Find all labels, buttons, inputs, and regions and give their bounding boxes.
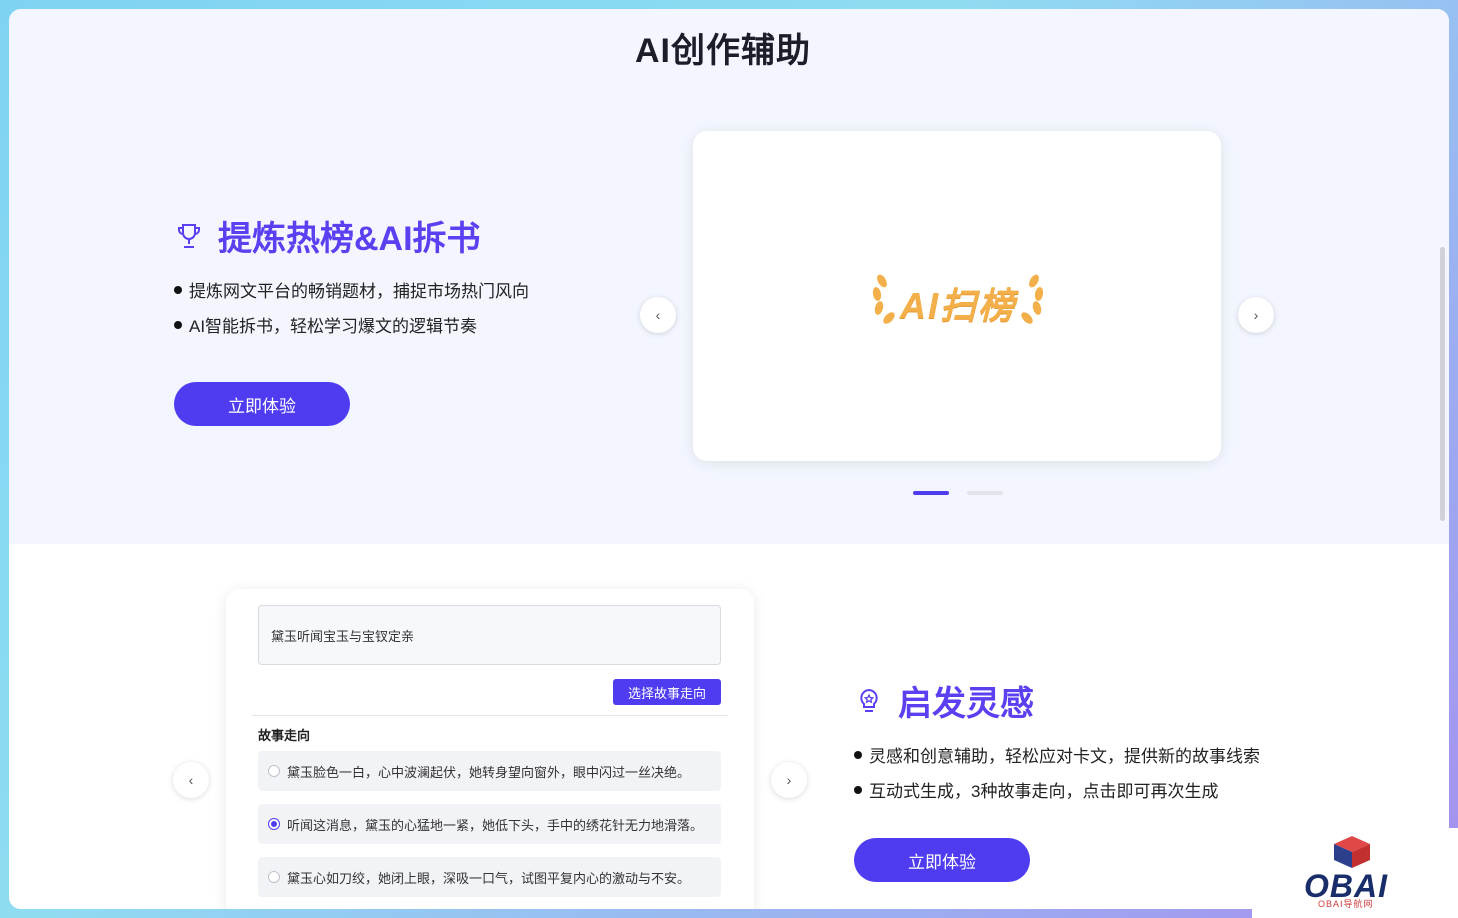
list-item: AI智能拆书，轻松学习爆文的逻辑节奏: [174, 307, 529, 342]
bullet-dot: [174, 320, 182, 329]
chevron-left-icon: ‹: [655, 307, 661, 323]
app-window: AI创作辅助 提炼热榜&AI拆书 提炼网文平台的畅销题材，捕捉市场热门风向 AI…: [9, 9, 1449, 909]
option-text: 黛玉心如刀绞，她闭上眼，深吸一口气，试图平复内心的激动与不安。: [287, 870, 691, 886]
radio-button[interactable]: [268, 765, 280, 777]
carousel-card: AI扫榜: [693, 131, 1221, 461]
bullet-dot: [854, 785, 862, 794]
divider: [252, 715, 728, 716]
story-direction-label: 故事走向: [258, 728, 311, 743]
story-option-3[interactable]: 黛玉心如刀绞，她闭上眼，深吸一口气，试图平复内心的激动与不安。: [258, 857, 721, 897]
select-story-direction-button[interactable]: 选择故事走向: [613, 679, 721, 705]
scrollbar[interactable]: [1440, 247, 1445, 521]
feature1-heading: 提炼热榜&AI拆书: [174, 211, 481, 260]
carousel-indicators: [913, 491, 1003, 495]
page-title: AI创作辅助: [635, 32, 811, 70]
try-now-button-2[interactable]: 立即体验: [854, 838, 1030, 882]
story-option-2[interactable]: 听闻这消息，黛玉的心猛地一紧，她低下头，手中的绣花针无力地滑落。: [258, 804, 721, 844]
try-now-button-1[interactable]: 立即体验: [174, 382, 350, 426]
carousel-next-button[interactable]: ›: [1238, 297, 1274, 333]
list-item: 灵感和创意辅助，轻松应对卡文，提供新的故事线索: [854, 737, 1260, 772]
chevron-left-icon: ‹: [188, 772, 194, 788]
bullet-text: 提炼网文平台的畅销题材，捕捉市场热门风向: [189, 282, 529, 301]
bullet-text: 互动式生成，3种故事走向，点击即可再次生成: [869, 782, 1219, 801]
demo-next-button[interactable]: ›: [771, 762, 807, 798]
feature1-title: 提炼热榜&AI拆书: [218, 220, 481, 258]
demo-prev-button[interactable]: ‹: [173, 762, 209, 798]
bullet-dot: [174, 285, 182, 294]
feature1-bullets: 提炼网文平台的畅销题材，捕捉市场热门风向 AI智能拆书，轻松学习爆文的逻辑节奏: [174, 272, 529, 342]
option-text: 黛玉脸色一白，心中波澜起伏，她转身望向窗外，眼中闪过一丝决绝。: [287, 764, 691, 780]
feature-section-top: AI创作辅助 提炼热榜&AI拆书 提炼网文平台的畅销题材，捕捉市场热门风向 AI…: [9, 9, 1449, 544]
watermark-subtext: OBAI导航网: [1318, 899, 1374, 909]
bullet-dot: [854, 750, 862, 759]
story-option-1[interactable]: 黛玉脸色一白，心中波澜起伏，她转身望向窗外，眼中闪过一丝决绝。: [258, 751, 721, 791]
carousel-prev-button[interactable]: ‹: [640, 297, 676, 333]
feature2-bullets: 灵感和创意辅助，轻松应对卡文，提供新的故事线索 互动式生成，3种故事走向，点击即…: [854, 737, 1260, 807]
story-input[interactable]: 黛玉听闻宝玉与宝钗定亲: [258, 605, 721, 665]
carousel-dot-2[interactable]: [967, 491, 1003, 495]
option-text: 听闻这消息，黛玉的心猛地一紧，她低下头，手中的绣花针无力地滑落。: [287, 817, 704, 833]
trophy-icon: [174, 221, 204, 251]
bullet-text: 灵感和创意辅助，轻松应对卡文，提供新的故事线索: [869, 747, 1260, 766]
ai-rank-logo-text: AI扫榜: [900, 285, 1017, 326]
lightbulb-icon: [854, 686, 884, 716]
cube-logo-icon: [1334, 836, 1370, 868]
feature2-title: 启发灵感: [898, 685, 1034, 723]
bullet-text: AI智能拆书，轻松学习爆文的逻辑节奏: [189, 317, 478, 336]
list-item: 提炼网文平台的畅销题材，捕捉市场热门风向: [174, 272, 529, 307]
radio-button[interactable]: [268, 871, 280, 883]
carousel-dot-1[interactable]: [913, 491, 949, 495]
story-demo-card: 黛玉听闻宝玉与宝钗定亲 选择故事走向 故事走向 黛玉脸色一白，心中波澜起伏，她转…: [226, 589, 754, 909]
feature-section-bottom: 黛玉听闻宝玉与宝钗定亲 选择故事走向 故事走向 黛玉脸色一白，心中波澜起伏，她转…: [9, 544, 1449, 909]
watermark-logo: OBAI OBAI导航网: [1252, 828, 1458, 918]
radio-button-checked[interactable]: [268, 818, 280, 830]
list-item: 互动式生成，3种故事走向，点击即可再次生成: [854, 772, 1260, 807]
chevron-right-icon: ›: [786, 772, 792, 788]
feature2-heading: 启发灵感: [854, 676, 1034, 725]
chevron-right-icon: ›: [1253, 307, 1259, 323]
